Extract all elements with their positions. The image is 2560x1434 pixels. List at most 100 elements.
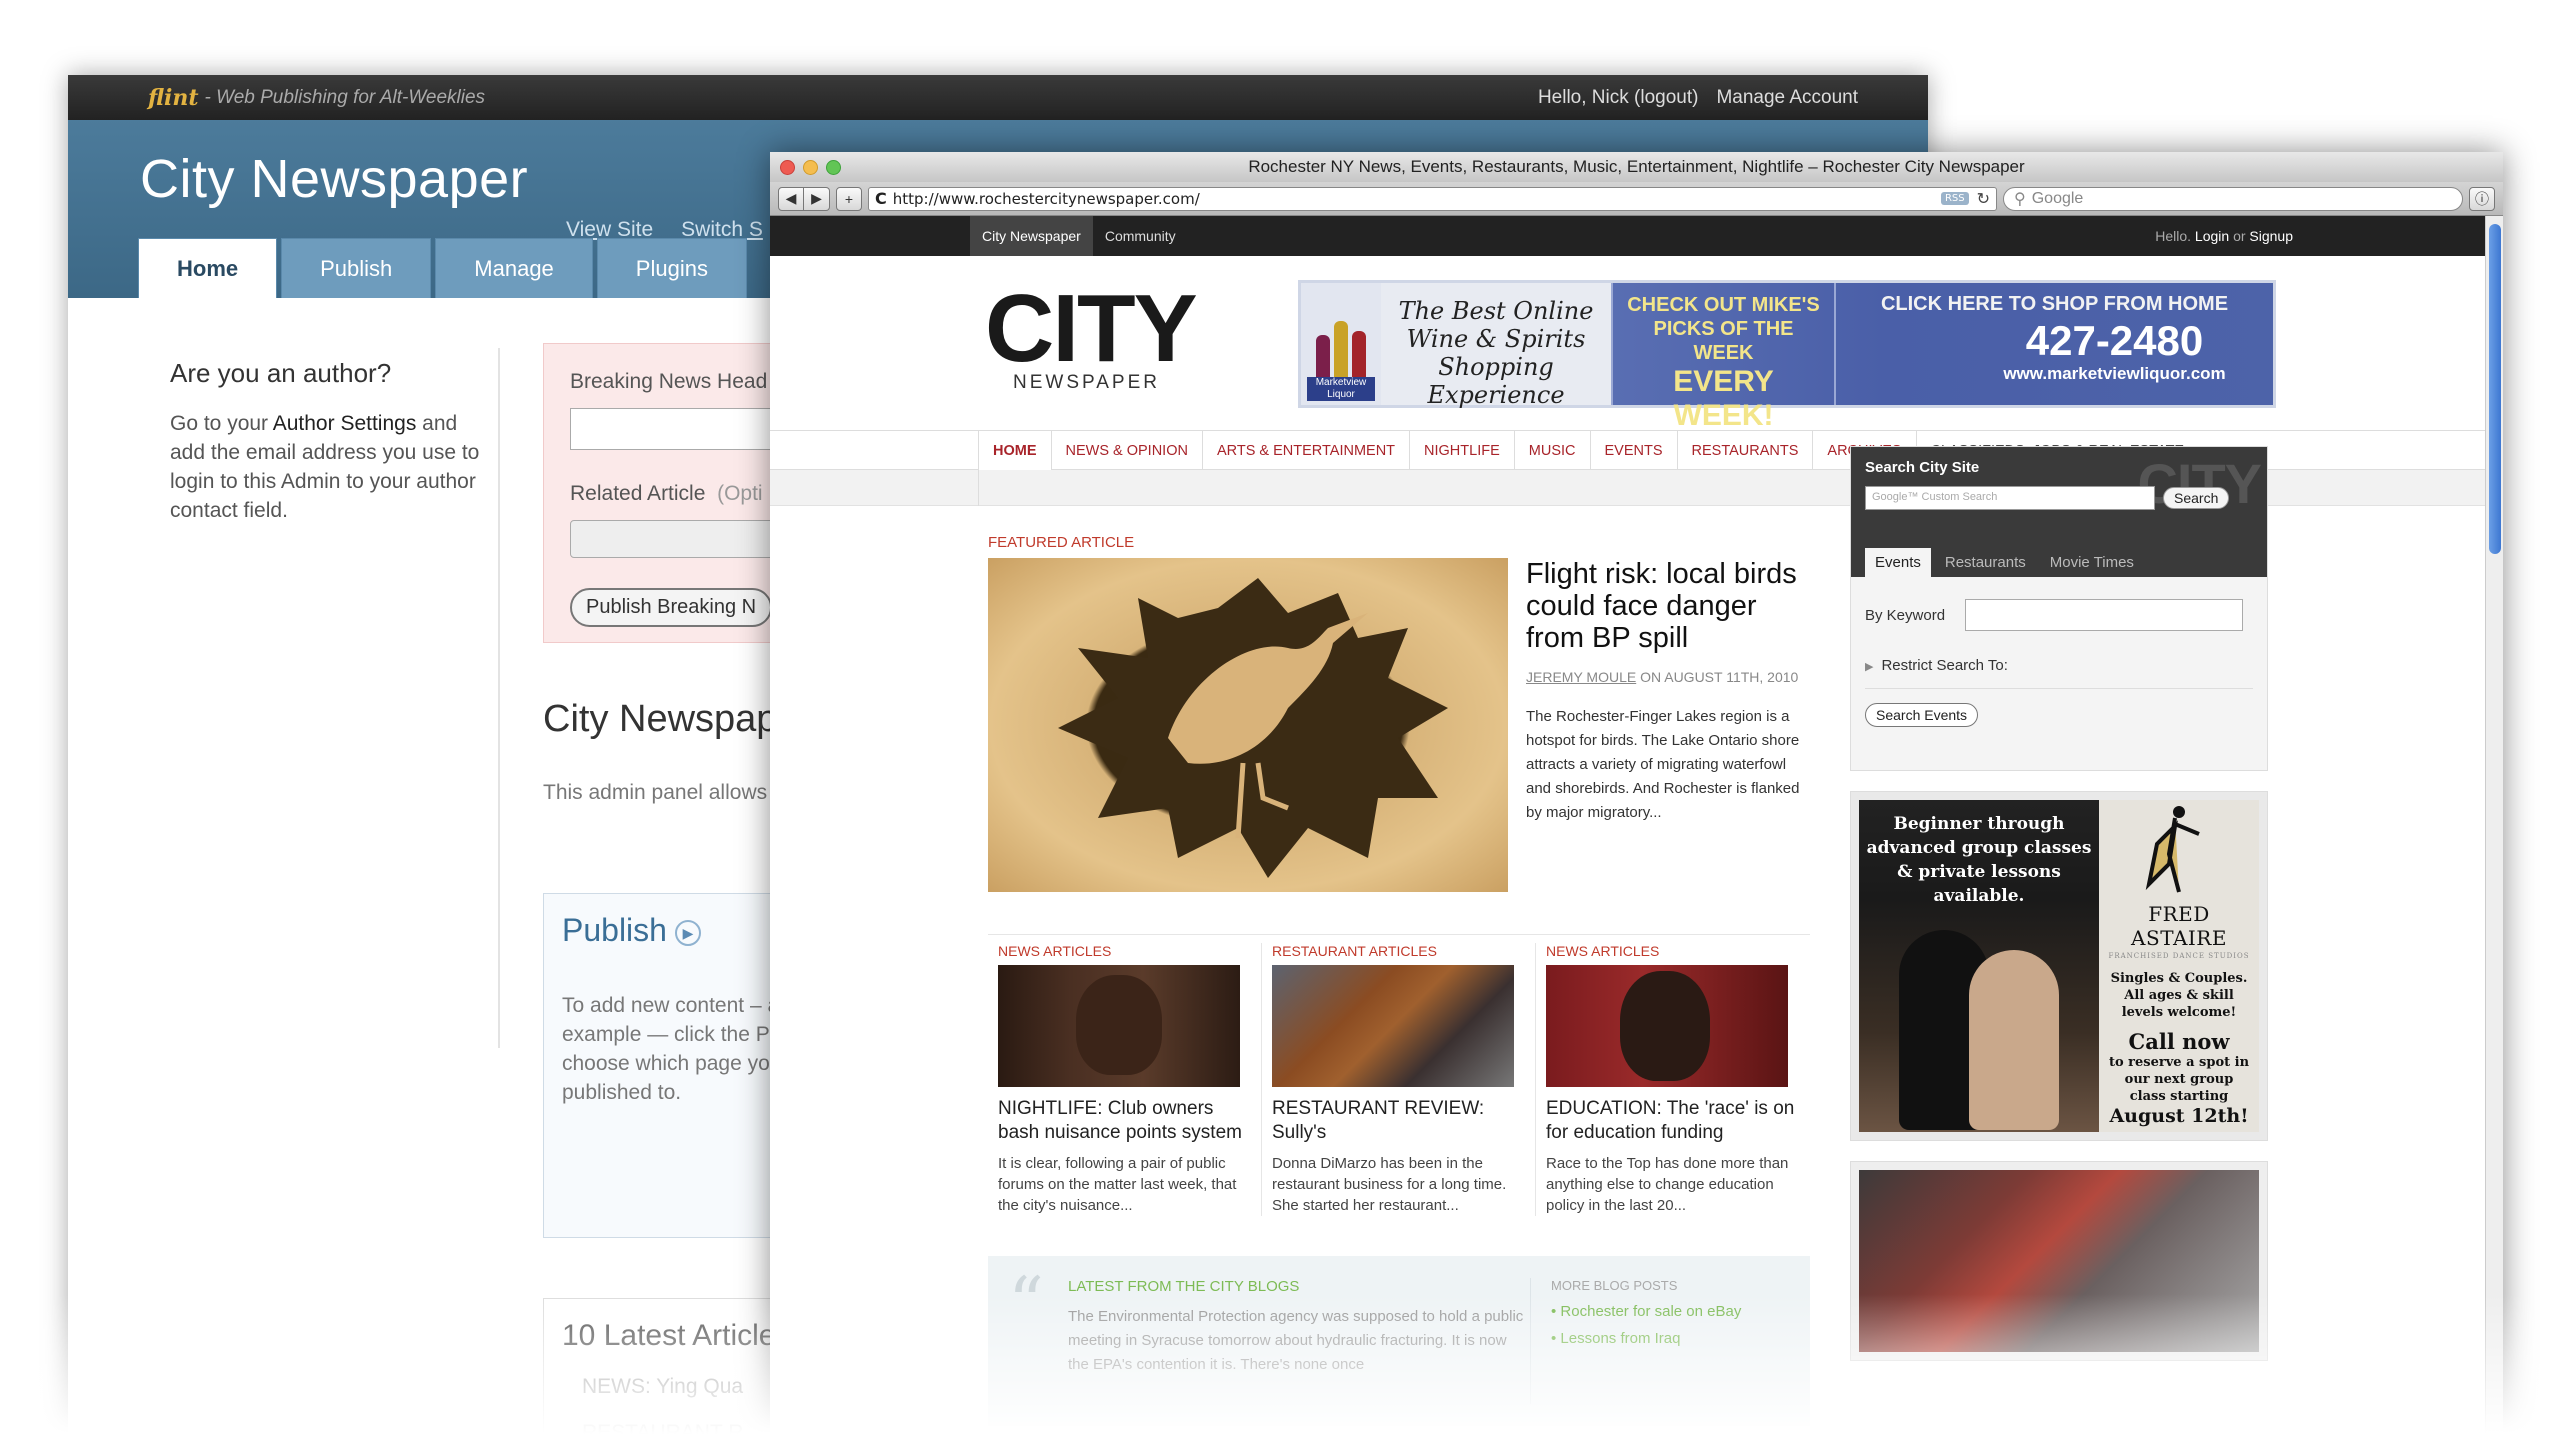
featured-title[interactable]: Flight risk: local birds could face dang… xyxy=(1526,558,1811,654)
site-login: Hello. Login or Signup xyxy=(2155,228,2293,244)
flint-logo[interactable]: flint xyxy=(148,85,199,111)
card-body: It is clear, following a pair of public … xyxy=(998,1155,1237,1214)
nav-arts-entertainment[interactable]: ARTS & ENTERTAINMENT xyxy=(1203,431,1411,471)
ad-left-copy: Beginner through advanced group classes … xyxy=(1866,814,2092,906)
author-settings-link[interactable]: Author Settings xyxy=(273,412,417,435)
tab-manage[interactable]: Manage xyxy=(435,238,593,298)
admin-hello-logout[interactable]: Hello, Nick (logout) xyxy=(1538,87,1699,109)
nav-home[interactable]: HOME xyxy=(978,431,1052,471)
signup-link[interactable]: Signup xyxy=(2249,228,2293,244)
card-body: Donna DiMarzo has been in the restaurant… xyxy=(1272,1155,1507,1214)
nav-nightlife[interactable]: NIGHTLIFE xyxy=(1410,431,1515,471)
browser-search-placeholder: Google xyxy=(2031,189,2084,207)
blogs-text: The Environmental Protection agency was … xyxy=(1068,1308,1524,1373)
scrollbar-thumb[interactable] xyxy=(2489,224,2501,554)
browser-window: Rochester NY News, Events, Restaurants, … xyxy=(770,152,2503,1434)
events-search-form: By Keyword ▶ Restrict Search To: Search E… xyxy=(1851,577,2267,749)
club-owner-photo[interactable] xyxy=(998,965,1240,1087)
theater-photo-ad[interactable] xyxy=(1850,1161,2268,1361)
admin-site-title: City Newspaper xyxy=(140,149,529,209)
ad-dance-photo: Beginner through advanced group classes … xyxy=(1859,800,2099,1132)
manage-account-link[interactable]: Manage Account xyxy=(1716,87,1858,109)
chicken-wings-photo[interactable] xyxy=(1272,965,1514,1087)
card-title[interactable]: RESTAURANT REVIEW: Sully's xyxy=(1272,1097,1525,1145)
tab-events[interactable]: Events xyxy=(1865,548,1931,577)
forward-arrow-icon[interactable]: ▶ xyxy=(804,186,830,211)
featured-article: FEATURED ARTICLE xyxy=(988,534,1508,892)
blog-post-link[interactable]: • Lessons from Iraq xyxy=(1551,1330,1790,1347)
search-tabs: Events Restaurants Movie Times xyxy=(1865,548,2144,577)
featured-text: Flight risk: local birds could face dang… xyxy=(1526,558,1811,825)
wine-bottles-image: Marketview Liquor xyxy=(1301,283,1381,405)
article-cards: NEWS ARTICLES NIGHTLIFE: Club owners bas… xyxy=(988,934,1810,1216)
featured-label: FEATURED ARTICLE xyxy=(988,534,1135,551)
login-link[interactable]: Login xyxy=(2195,228,2229,244)
nav-music[interactable]: MUSIC xyxy=(1515,431,1591,471)
page-icon: C xyxy=(875,189,887,208)
featured-heron-image[interactable] xyxy=(988,558,1508,892)
article-card[interactable]: NEWS ARTICLES EDUCATION: The 'race' is o… xyxy=(1536,943,1810,1216)
banner-web: www.marketviewliquor.com xyxy=(2003,364,2226,383)
blogs-title[interactable]: LATEST FROM THE CITY BLOGS xyxy=(1068,1278,1530,1295)
featured-author[interactable]: JEREMY MOULE xyxy=(1526,669,1636,685)
author-text: Go to your Author Settings and add the e… xyxy=(170,412,480,522)
flint-tagline: - Web Publishing for Alt-Weeklies xyxy=(204,86,486,108)
site-tab-city-newspaper[interactable]: City Newspaper xyxy=(970,216,1093,256)
author-box: Are you an author? Go to your Author Set… xyxy=(170,358,480,525)
browser-search-field[interactable]: ⚲ Google xyxy=(2003,186,2463,211)
featured-meta: JEREMY MOULE ON AUGUST 11TH, 2010 xyxy=(1526,669,1799,685)
page-scrollbar[interactable] xyxy=(2485,216,2503,1434)
keyword-input[interactable] xyxy=(1965,599,2244,631)
admin-tabs: Home Publish Manage Plugins xyxy=(138,238,747,298)
admin-section-title: City Newspap xyxy=(543,698,778,740)
tab-home[interactable]: Home xyxy=(138,238,278,298)
tab-plugins[interactable]: Plugins xyxy=(596,238,747,298)
masthead[interactable]: CITY NEWSPAPER xyxy=(985,281,1198,394)
card-title[interactable]: EDUCATION: The 'race' is on for educatio… xyxy=(1546,1097,1800,1145)
card-body: Race to the Top has done more than anyth… xyxy=(1546,1155,1789,1214)
ad-copy: FRED ASTAIRE FRANCHISED DANCE STUDIOS Si… xyxy=(2099,800,2259,1132)
quote-icon: “ xyxy=(1008,1262,1044,1344)
window-title: Rochester NY News, Events, Restaurants, … xyxy=(1248,157,2025,176)
fred-astaire-ad[interactable]: Beginner through advanced group classes … xyxy=(1850,791,2268,1141)
magnifier-icon: ⚲ xyxy=(2014,190,2026,208)
more-blog-posts: MORE BLOG POSTS • Rochester for sale on … xyxy=(1530,1278,1790,1404)
sidebar: CITY Search City Site Google™ Custom Sea… xyxy=(1850,446,2268,1361)
marketview-banner-ad[interactable]: Marketview Liquor The Best Online Wine &… xyxy=(1298,280,2276,432)
search-header: CITY Search City Site Google™ Custom Sea… xyxy=(1851,447,2267,577)
triangle-right-icon: ▶ xyxy=(1865,661,1874,673)
add-bookmark-icon[interactable]: + xyxy=(836,186,862,211)
address-bar[interactable]: C http://www.rochestercitynewspaper.com/… xyxy=(868,186,1997,211)
site-search-input[interactable]: Google™ Custom Search xyxy=(1865,486,2155,510)
article-card[interactable]: RESTAURANT ARTICLES RESTAURANT REVIEW: S… xyxy=(1262,943,1536,1216)
back-arrow-icon[interactable]: ◀ xyxy=(778,186,804,211)
author-heading: Are you an author? xyxy=(170,358,392,388)
education-speaker-photo[interactable] xyxy=(1546,965,1788,1087)
reload-icon[interactable]: ↻ xyxy=(1977,189,1990,208)
fred-astaire-sub: FRANCHISED DANCE STUDIOS xyxy=(2108,952,2250,960)
reader-icon[interactable]: ⓘ xyxy=(2469,186,2495,211)
article-card[interactable]: NEWS ARTICLES NIGHTLIFE: Club owners bas… xyxy=(988,943,1262,1216)
tab-movie-times[interactable]: Movie Times xyxy=(2040,548,2144,577)
banner-brand-label: Marketview Liquor xyxy=(1307,377,1375,401)
blog-post-link[interactable]: • Rochester for sale on eBay xyxy=(1551,1303,1790,1320)
keyword-label: By Keyword xyxy=(1865,606,1946,624)
url-text[interactable]: http://www.rochestercitynewspaper.com/ xyxy=(893,190,1941,208)
search-panel: CITY Search City Site Google™ Custom Sea… xyxy=(1850,446,2268,771)
publish-breaking-news-button[interactable]: Publish Breaking N xyxy=(570,588,773,627)
nav-news-opinion[interactable]: NEWS & OPINION xyxy=(1052,431,1203,471)
restrict-search-toggle[interactable]: ▶ Restrict Search To: xyxy=(1865,657,2253,689)
arrow-right-icon[interactable]: ▶ xyxy=(674,919,701,946)
site-tab-community[interactable]: Community xyxy=(1093,216,1188,256)
city-logo[interactable]: CITY xyxy=(985,281,1198,377)
card-title[interactable]: NIGHTLIFE: Club owners bash nuisance poi… xyxy=(998,1097,1251,1145)
search-events-button[interactable]: Search Events xyxy=(1865,703,1979,727)
rss-icon[interactable]: RSS xyxy=(1940,192,1969,205)
tab-publish[interactable]: Publish xyxy=(281,238,432,298)
nav-restaurants[interactable]: RESTAURANTS xyxy=(1678,431,1814,471)
site-search-button[interactable]: Search xyxy=(2163,487,2230,509)
fred-astaire-logo: FRED ASTAIRE xyxy=(2131,902,2227,950)
banner-picks: CHECK OUT MIKE'S PICKS OF THE WEEK EVERY… xyxy=(1611,283,1836,432)
tab-restaurants[interactable]: Restaurants xyxy=(1935,548,2036,577)
nav-events[interactable]: EVENTS xyxy=(1591,431,1678,471)
